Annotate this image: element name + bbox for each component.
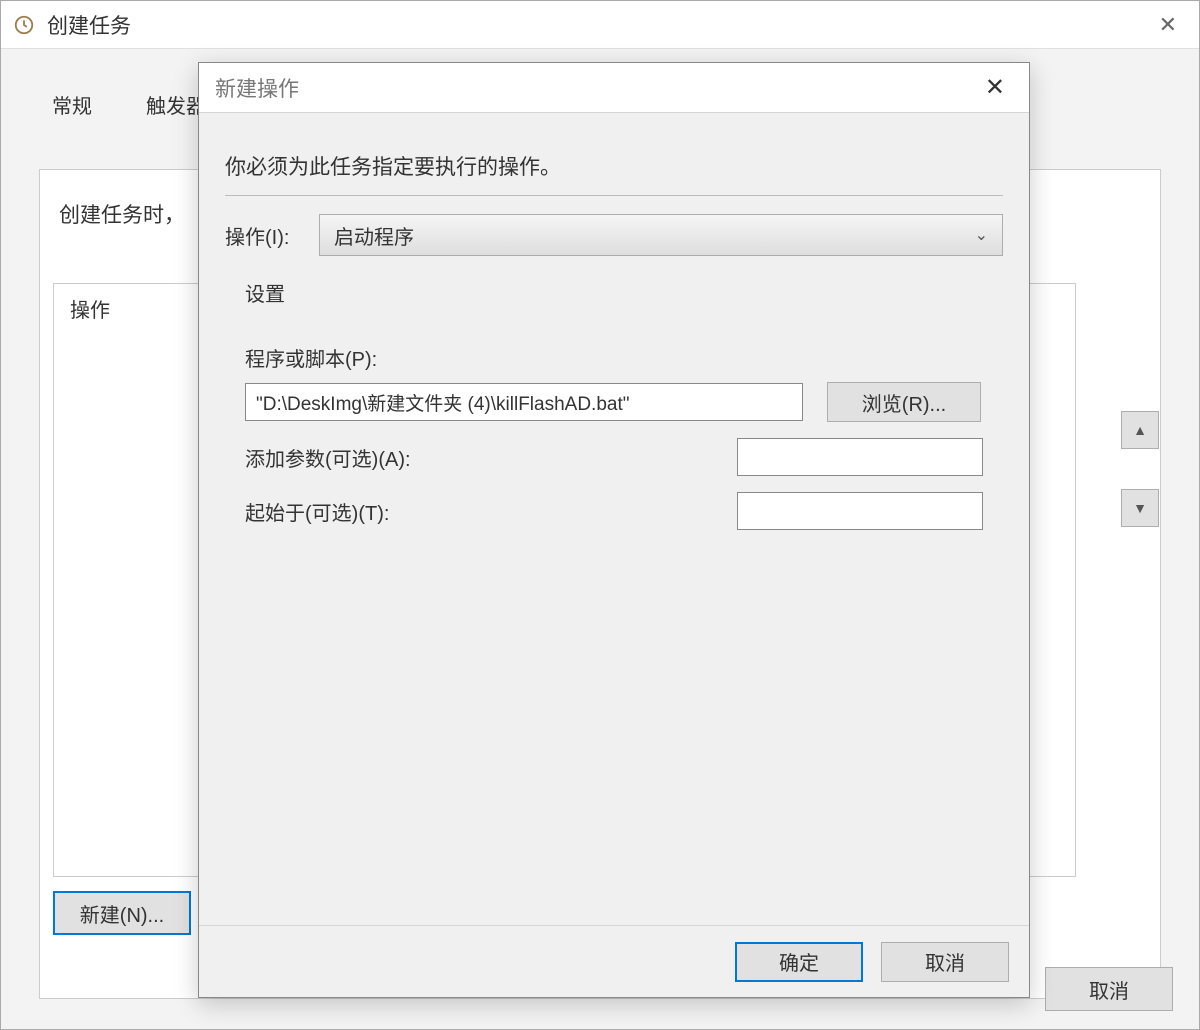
settings-fieldset: 设置 程序或脚本(P): 浏览(R)... 添加参数(可选)(A): 起始于(可…: [225, 278, 1003, 542]
move-down-button[interactable]: ▼: [1121, 489, 1159, 527]
child-title: 新建操作: [215, 73, 977, 103]
startin-label: 起始于(可选)(T):: [245, 497, 737, 526]
args-input[interactable]: [737, 438, 983, 476]
action-select-value: 启动程序: [334, 221, 414, 250]
parent-titlebar: 创建任务 ✕: [1, 1, 1199, 49]
move-up-button[interactable]: ▲: [1121, 411, 1159, 449]
chevron-up-icon: ▲: [1133, 422, 1147, 438]
child-cancel-button[interactable]: 取消: [881, 942, 1009, 982]
intro-text: 创建任务时，: [59, 199, 185, 229]
startin-row: 起始于(可选)(T):: [245, 492, 983, 530]
instruction-text: 你必须为此任务指定要执行的操作。: [225, 151, 1003, 196]
new-button[interactable]: 新建(N)...: [53, 891, 191, 935]
parent-title: 创建任务: [47, 10, 1149, 40]
args-label: 添加参数(可选)(A):: [245, 443, 737, 472]
program-inline: 浏览(R)...: [245, 382, 983, 422]
new-action-dialog: 新建操作 ✕ 你必须为此任务指定要执行的操作。 操作(I): 启动程序 ⌄ 设置…: [198, 62, 1030, 998]
action-label: 操作(I):: [225, 221, 319, 250]
child-bottom-bar: 确定 取消: [199, 925, 1029, 997]
program-label: 程序或脚本(P):: [245, 343, 983, 372]
program-input[interactable]: [245, 383, 803, 421]
child-titlebar: 新建操作 ✕: [199, 63, 1029, 113]
chevron-down-icon: ⌄: [975, 225, 988, 245]
clock-icon: [13, 14, 35, 36]
settings-label: 设置: [245, 278, 285, 307]
child-close-icon[interactable]: ✕: [977, 74, 1013, 102]
chevron-down-icon: ▼: [1133, 500, 1147, 516]
child-body: 你必须为此任务指定要执行的操作。 操作(I): 启动程序 ⌄ 设置 程序或脚本(…: [199, 113, 1029, 997]
parent-cancel-button[interactable]: 取消: [1045, 967, 1173, 1011]
ok-button[interactable]: 确定: [735, 942, 863, 982]
startin-input[interactable]: [737, 492, 983, 530]
args-row: 添加参数(可选)(A):: [245, 438, 983, 476]
program-row: 程序或脚本(P): 浏览(R)...: [245, 343, 983, 422]
browse-button[interactable]: 浏览(R)...: [827, 382, 981, 422]
tab-general[interactable]: 常规: [25, 79, 119, 130]
parent-close-icon[interactable]: ✕: [1149, 8, 1187, 42]
action-select[interactable]: 启动程序 ⌄: [319, 214, 1003, 256]
action-row: 操作(I): 启动程序 ⌄: [225, 214, 1003, 256]
